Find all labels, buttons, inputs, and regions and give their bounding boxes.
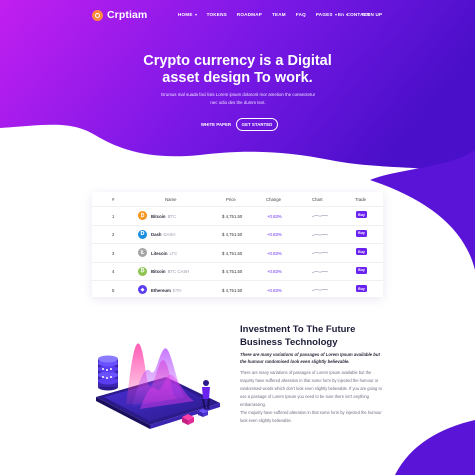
invest-paragraph-1: There are many variations of passages of… bbox=[240, 370, 382, 407]
table-row: 5 ◆ Ethereum ETH $ 4,751.50 +0.83% Buy bbox=[92, 280, 383, 299]
chevron-down-icon bbox=[194, 13, 197, 16]
coin-glyph: Ł bbox=[140, 249, 145, 256]
nav-item-roadmap[interactable]: ROADMAP bbox=[237, 12, 262, 17]
nav-item-label: ROADMAP bbox=[236, 12, 262, 17]
hero-title-line2: asset design To work. bbox=[162, 70, 313, 86]
main-menu: HOME TOKENS ROADMAP TEAM FAQ PAGES CONTA… bbox=[178, 12, 380, 17]
logo-icon bbox=[92, 9, 103, 21]
table-row: 1 ₿ Bitcoin BTC $ 4,751.50 +0.83% Buy bbox=[92, 206, 383, 225]
coin-ticker: BTC bbox=[167, 213, 177, 219]
coin-glyph: D bbox=[140, 231, 145, 238]
coin-price: $ 4,751.50 bbox=[222, 287, 243, 293]
nav-item-label: TEAM bbox=[272, 12, 286, 17]
coin-change: +0.83% bbox=[267, 232, 282, 238]
row-number: 1 bbox=[112, 213, 115, 219]
coin-glyph: ◆ bbox=[140, 286, 145, 293]
coin-ticker: LTC bbox=[169, 250, 178, 256]
get-started-button[interactable]: GET STARTED bbox=[236, 118, 278, 131]
nav-item-home[interactable]: HOME bbox=[178, 12, 197, 17]
buy-button[interactable]: Buy bbox=[356, 248, 367, 256]
signup-button[interactable]: SIGN UP bbox=[362, 12, 382, 17]
coin-ticker: DASH bbox=[163, 232, 176, 238]
table-row: 3 Ł Litecoin LTC $ 4,751.50 +0.83% Buy bbox=[92, 243, 383, 262]
chevron-down-icon bbox=[334, 13, 337, 16]
nav-item-label: HOME bbox=[178, 12, 193, 17]
nav-item-team[interactable]: TEAM bbox=[272, 12, 286, 17]
ethereum-icon: ◆ bbox=[138, 285, 147, 295]
nav-item-label: PAGES bbox=[315, 12, 333, 17]
bitcoin-cash-icon: ₿ bbox=[138, 266, 147, 276]
nav-item-label: TOKENS bbox=[206, 12, 227, 17]
coin-label: Dash bbox=[151, 232, 162, 238]
coin-label: Ethereum bbox=[151, 287, 171, 293]
hero-subtitle: Grursus mal suada faci lisis Lorem ipsum… bbox=[160, 92, 316, 105]
invest-title: Investment To The Future Business Techno… bbox=[240, 324, 356, 348]
row-number: 3 bbox=[112, 250, 115, 256]
hero-title-line1: Crypto currency is a Digital bbox=[143, 53, 332, 69]
table-row: 4 ₿ Bitcoin BTC CASH $ 4,751.50 +0.83% Buy bbox=[92, 261, 383, 281]
coin-label: Bitcoin bbox=[151, 269, 166, 275]
hero-title: Crypto currency is a Digital asset desig… bbox=[0, 53, 475, 87]
coin-ticker: BTC CASH bbox=[167, 269, 190, 275]
coin-label: Bitcoin bbox=[151, 213, 166, 219]
coin-label: Litecoin bbox=[151, 250, 168, 256]
sparkline-chart bbox=[312, 214, 328, 218]
buy-button[interactable]: Buy bbox=[356, 266, 367, 274]
coin-change: +0.83% bbox=[267, 287, 282, 293]
buy-button[interactable]: Buy bbox=[356, 211, 367, 218]
dash-icon: D bbox=[138, 229, 147, 239]
coin-name: Ethereum ETH bbox=[151, 288, 181, 293]
crypto-dashboard-illustration bbox=[96, 343, 220, 429]
language-value: En bbox=[338, 12, 344, 17]
header-change: Change bbox=[266, 197, 282, 202]
crypto-price-table: # Name Price Change Chart Trade 1 ₿ Bitcoi… bbox=[92, 192, 383, 297]
header-name: Name bbox=[165, 197, 177, 202]
top-navbar: Crptiam HOME TOKENS ROADMAP TEAM FAQ PAG… bbox=[0, 0, 475, 30]
buy-button[interactable]: Buy bbox=[356, 229, 367, 237]
header-trade: Trade bbox=[355, 197, 367, 202]
invest-lead: There are many variations of passages of… bbox=[240, 352, 380, 365]
nav-item-tokens[interactable]: TOKENS bbox=[207, 12, 227, 17]
row-number: 4 bbox=[112, 269, 115, 275]
row-number: 2 bbox=[112, 232, 115, 238]
sparkline-chart bbox=[312, 252, 328, 255]
sparkline-chart bbox=[312, 270, 328, 274]
coin-name: Bitcoin BTC CASH bbox=[151, 269, 189, 274]
header-chart: Chart bbox=[312, 197, 323, 202]
coin-price: $ 4,751.50 bbox=[222, 250, 243, 256]
row-number: 5 bbox=[112, 287, 115, 293]
sparkline-chart bbox=[312, 233, 328, 236]
coin-name: Dash DASH bbox=[151, 232, 175, 237]
white-paper-button[interactable]: WHITE PAPER bbox=[194, 118, 238, 131]
nav-item-faq[interactable]: FAQ bbox=[296, 12, 306, 17]
bitcoin-icon: ₿ bbox=[138, 211, 147, 220]
chevron-down-icon bbox=[345, 13, 348, 16]
coin-name: Bitcoin BTC bbox=[151, 214, 176, 219]
litecoin-icon: Ł bbox=[138, 248, 147, 258]
coin-price: $ 4,751.50 bbox=[222, 232, 243, 238]
coin-name: Litecoin LTC bbox=[151, 251, 177, 256]
invest-paragraph-2: The majority have suffered alteration in… bbox=[240, 410, 382, 423]
logo[interactable]: Crptiam bbox=[92, 9, 147, 21]
buy-button[interactable]: Buy bbox=[356, 285, 367, 293]
sparkline-chart bbox=[312, 289, 328, 292]
coin-price: $ 4,751.50 bbox=[222, 213, 243, 219]
coin-glyph: ₿ bbox=[140, 212, 145, 219]
nav-item-pages[interactable]: PAGES bbox=[316, 12, 337, 17]
table-row: 2 D Dash DASH $ 4,751.50 +0.83% Buy bbox=[92, 224, 383, 244]
coin-ticker: ETH bbox=[172, 287, 182, 293]
coin-change: +0.83% bbox=[267, 213, 282, 219]
coin-glyph: ₿ bbox=[140, 268, 145, 275]
coin-price: $ 4,751.50 bbox=[222, 269, 243, 275]
header-price: Price bbox=[226, 197, 236, 202]
nav-item-label: FAQ bbox=[295, 12, 306, 17]
logo-text: Crptiam bbox=[107, 9, 148, 21]
language-select[interactable]: En bbox=[338, 12, 348, 17]
coin-change: +0.83% bbox=[267, 269, 282, 275]
header-number: # bbox=[112, 197, 115, 202]
coin-change: +0.83% bbox=[267, 250, 282, 256]
